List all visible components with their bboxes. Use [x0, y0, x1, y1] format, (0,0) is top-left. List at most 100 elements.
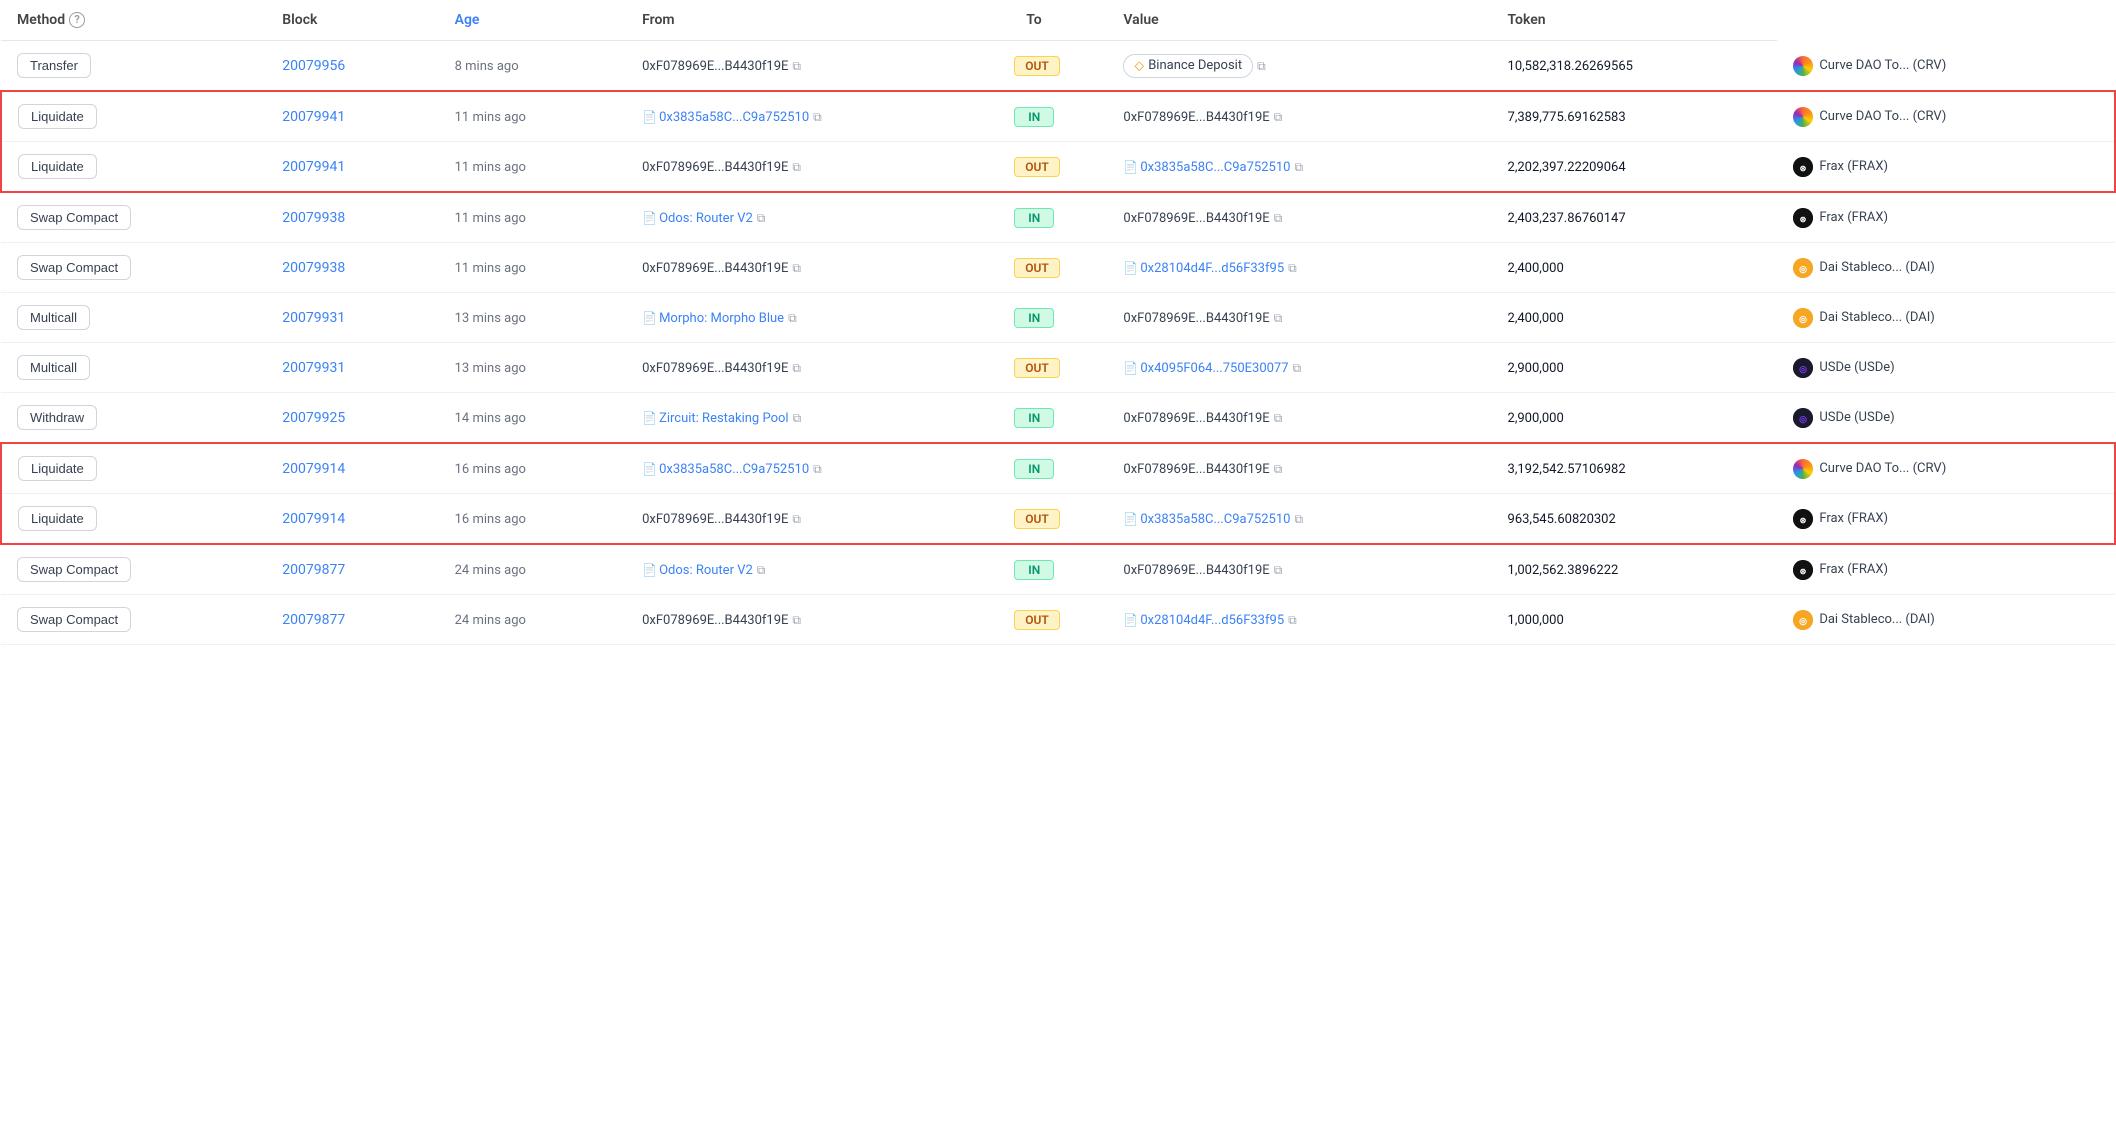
col-header-from: From — [626, 0, 1010, 41]
copy-icon[interactable]: ⧉ — [793, 411, 802, 426]
col-header-method: Method? — [1, 0, 266, 41]
method-button[interactable]: Liquidate — [18, 456, 97, 481]
copy-icon[interactable]: ⧉ — [792, 59, 801, 74]
copy-icon[interactable]: ⧉ — [792, 613, 801, 628]
help-icon[interactable]: ? — [69, 12, 85, 28]
copy-icon[interactable]: ⧉ — [1274, 411, 1283, 426]
block-link[interactable]: 20079931 — [282, 310, 345, 326]
method-cell: Multicall — [1, 343, 266, 393]
table-row: Swap Compact2007993811 mins ago📄Odos: Ro… — [1, 192, 2115, 243]
token-cell: ⊛Frax (FRAX) — [1777, 544, 2115, 595]
from-address-link[interactable]: Odos: Router V2 — [659, 563, 753, 578]
age-text: 13 mins ago — [455, 311, 526, 326]
copy-icon[interactable]: ⧉ — [792, 361, 801, 376]
block-cell: 20079941 — [266, 91, 438, 142]
block-link[interactable]: 20079956 — [282, 58, 345, 74]
copy-icon[interactable]: ⧉ — [1274, 110, 1283, 125]
to-address-link[interactable]: 0x3835a58C...C9a752510 — [1140, 160, 1290, 175]
copy-icon[interactable]: ⧉ — [1274, 211, 1283, 226]
block-link[interactable]: 20079941 — [282, 109, 345, 125]
to-address-link[interactable]: 0x28104d4F...d56F33f95 — [1140, 261, 1284, 276]
contract-icon: 📄 — [642, 411, 657, 425]
copy-icon[interactable]: ⧉ — [813, 110, 822, 125]
value-text: 10,582,318.26269565 — [1508, 59, 1633, 74]
age-cell: 13 mins ago — [439, 293, 626, 343]
age-text: 11 mins ago — [455, 261, 526, 276]
value-cell: 963,545.60820302 — [1492, 494, 1778, 545]
direction-badge: OUT — [1014, 56, 1060, 76]
copy-icon[interactable]: ⧉ — [1274, 563, 1283, 578]
method-button[interactable]: Liquidate — [18, 506, 97, 531]
from-address-link[interactable]: 0x3835a58C...C9a752510 — [659, 110, 809, 125]
copy-icon[interactable]: ⧉ — [1293, 361, 1302, 376]
from-cell: 0xF078969E...B4430f19E⧉ — [626, 142, 1010, 193]
method-button[interactable]: Multicall — [17, 305, 90, 330]
block-cell: 20079938 — [266, 192, 438, 243]
method-button[interactable]: Multicall — [17, 355, 90, 380]
copy-icon[interactable]: ⧉ — [792, 160, 801, 175]
to-address: 0xF078969E...B4430f19E — [1123, 563, 1269, 578]
copy-icon[interactable]: ⧉ — [788, 311, 797, 326]
method-button[interactable]: Swap Compact — [17, 607, 131, 632]
copy-icon[interactable]: ⧉ — [757, 563, 766, 578]
svg-text:◎: ◎ — [1799, 415, 1807, 425]
method-button[interactable]: Transfer — [17, 53, 91, 78]
block-link[interactable]: 20079931 — [282, 360, 345, 376]
method-button[interactable]: Swap Compact — [17, 255, 131, 280]
svg-text:⊛: ⊛ — [1800, 164, 1807, 173]
copy-icon[interactable]: ⧉ — [813, 462, 822, 477]
block-link[interactable]: 20079938 — [282, 210, 345, 226]
direction-cell: IN — [1010, 192, 1107, 243]
method-button[interactable]: Withdraw — [17, 405, 97, 430]
to-cell: 📄0x28104d4F...d56F33f95⧉ — [1107, 243, 1491, 293]
to-cell: 0xF078969E...B4430f19E⧉ — [1107, 91, 1491, 142]
to-address-link[interactable]: 0x3835a58C...C9a752510 — [1140, 512, 1290, 527]
method-button[interactable]: Swap Compact — [17, 205, 131, 230]
token-name: Frax (FRAX) — [1819, 159, 1888, 174]
copy-icon[interactable]: ⧉ — [757, 211, 766, 226]
method-button[interactable]: Liquidate — [18, 154, 97, 179]
copy-icon[interactable]: ⧉ — [1288, 613, 1297, 628]
block-link[interactable]: 20079914 — [282, 511, 345, 527]
age-cell: 24 mins ago — [439, 595, 626, 645]
to-cell: 0xF078969E...B4430f19E ⧉ — [1107, 393, 1491, 444]
block-link[interactable]: 20079938 — [282, 260, 345, 276]
to-address-link[interactable]: 0x4095F064...750E30077 — [1140, 361, 1288, 376]
method-button[interactable]: Liquidate — [18, 104, 97, 129]
value-text: 2,403,237.86760147 — [1508, 211, 1626, 226]
block-link[interactable]: 20079925 — [282, 410, 345, 426]
from-address-link[interactable]: Odos: Router V2 — [659, 211, 753, 226]
to-cell: 0xF078969E...B4430f19E⧉ — [1107, 443, 1491, 494]
method-button[interactable]: Swap Compact — [17, 557, 131, 582]
to-address-link[interactable]: 0x28104d4F...d56F33f95 — [1140, 613, 1284, 628]
to-cell: 0xF078969E...B4430f19E⧉ — [1107, 192, 1491, 243]
token-name: USDe (USDe) — [1819, 360, 1894, 375]
copy-icon[interactable]: ⧉ — [1257, 59, 1266, 74]
token-info: ⊛ Frax (FRAX) — [1793, 157, 2098, 177]
to-address: 0xF078969E...B4430f19E — [1123, 411, 1269, 426]
block-link[interactable]: 20079877 — [282, 612, 345, 628]
svg-text:◎: ◎ — [1799, 617, 1807, 627]
block-link[interactable]: 20079877 — [282, 562, 345, 578]
block-link[interactable]: 20079941 — [282, 159, 345, 175]
direction-cell: IN — [1010, 393, 1107, 444]
value-cell: 1,002,562.3896222 — [1492, 544, 1778, 595]
direction-badge: IN — [1014, 560, 1054, 580]
from-cell: 0xF078969E...B4430f19E⧉ — [626, 343, 1010, 393]
copy-icon[interactable]: ⧉ — [792, 261, 801, 276]
copy-icon[interactable]: ⧉ — [1274, 462, 1283, 477]
from-address-link[interactable]: Morpho: Morpho Blue — [659, 311, 784, 326]
copy-icon[interactable]: ⧉ — [1274, 311, 1283, 326]
from-address-link[interactable]: Zircuit: Restaking Pool — [659, 411, 789, 426]
copy-icon[interactable]: ⧉ — [1294, 512, 1303, 527]
block-cell: 20079914 — [266, 443, 438, 494]
direction-badge: OUT — [1014, 258, 1060, 278]
copy-icon[interactable]: ⧉ — [1294, 160, 1303, 175]
copy-icon[interactable]: ⧉ — [792, 512, 801, 527]
svg-text:⊛: ⊛ — [1800, 516, 1807, 525]
copy-icon[interactable]: ⧉ — [1288, 261, 1297, 276]
token-cell: ⊛Frax (FRAX) — [1777, 192, 2115, 243]
from-address-link[interactable]: 0x3835a58C...C9a752510 — [659, 462, 809, 477]
block-link[interactable]: 20079914 — [282, 461, 345, 477]
token-name: Frax (FRAX) — [1819, 511, 1888, 526]
